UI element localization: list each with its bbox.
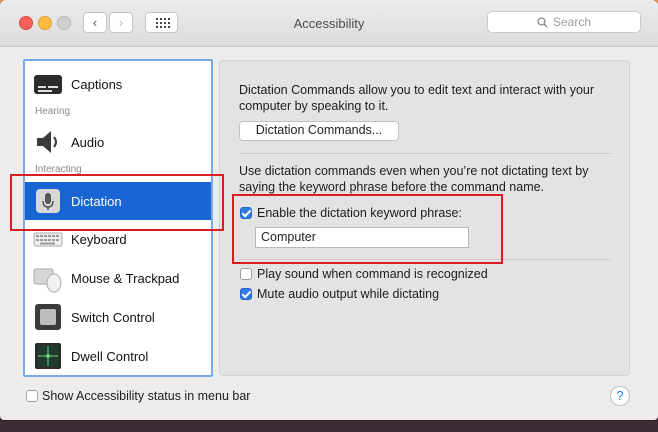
play-sound-checkbox[interactable] xyxy=(240,268,252,280)
switch-control-icon xyxy=(35,304,61,330)
sidebar-item-label: Captions xyxy=(71,76,123,92)
sidebar-item-label: Keyboard xyxy=(71,231,127,247)
sidebar-item-dwell-control[interactable]: Dwell Control xyxy=(25,337,211,375)
separator xyxy=(239,153,611,154)
sidebar-item-label: Switch Control xyxy=(71,309,155,325)
sidebar-item-label: Dwell Control xyxy=(71,348,149,364)
sidebar-item-label: Audio xyxy=(71,134,105,150)
sidebar-item-captions[interactable]: Captions xyxy=(25,65,211,103)
mute-audio-label: Mute audio output while dictating xyxy=(257,287,440,301)
help-button[interactable]: ? xyxy=(610,386,630,406)
sidebar-item-mouse-trackpad[interactable]: Mouse & Trackpad xyxy=(25,259,211,297)
mouse-trackpad-icon xyxy=(33,268,62,293)
captions-icon xyxy=(34,75,62,94)
search-placeholder: Search xyxy=(552,15,592,29)
sidebar-item-audio[interactable]: Audio xyxy=(25,123,211,161)
search-field[interactable]: Search xyxy=(487,11,641,33)
play-sound-label: Play sound when command is recognized xyxy=(257,267,488,281)
dictation-commands-button[interactable]: Dictation Commands... xyxy=(239,121,399,141)
sidebar-header-hearing: Hearing xyxy=(35,106,71,117)
keyword-description: Use dictation commands even when you’re … xyxy=(239,164,589,194)
intro-text: Dictation Commands allow you to edit tex… xyxy=(239,83,595,113)
title-bar: ‹ › Accessibility Search xyxy=(0,0,658,47)
status-menu-bar-checkbox[interactable] xyxy=(26,390,38,402)
status-menu-bar-label: Show Accessibility status in menu bar xyxy=(42,389,251,403)
sidebar-item-label: Mouse & Trackpad xyxy=(71,270,180,286)
search-icon xyxy=(537,16,548,27)
annotation-highlight-keyword xyxy=(232,194,503,264)
annotation-highlight-dictation xyxy=(10,174,224,231)
mute-audio-checkbox[interactable] xyxy=(240,288,252,300)
speaker-icon xyxy=(37,131,57,153)
dwell-control-icon xyxy=(35,343,61,369)
sidebar-item-switch-control[interactable]: Switch Control xyxy=(25,298,211,336)
